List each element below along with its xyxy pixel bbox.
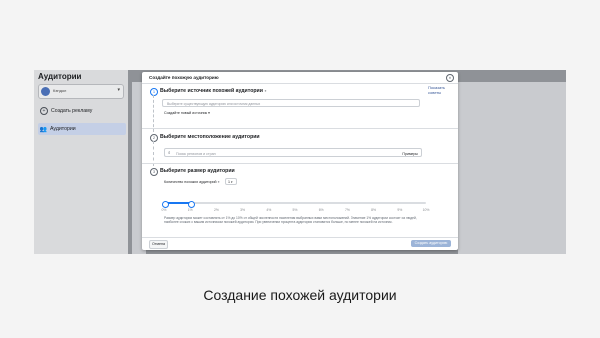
sidebar-item-audiences[interactable]: 👥 Аудитории	[38, 123, 126, 135]
step-indicator: 3	[150, 168, 158, 176]
step-indicator: 2	[150, 134, 158, 142]
create-source-dropdown[interactable]: Создайте новый источник ▾	[164, 111, 210, 115]
sidebar-title: Аудитории	[38, 72, 82, 81]
dialog-title: Создайте похожую аудиторию	[149, 75, 219, 80]
examples-link[interactable]: Примеры	[402, 152, 418, 156]
audience-size-description: Размер аудитории может составлять от 1% …	[164, 216, 417, 225]
slider-handle-end[interactable]	[187, 200, 195, 208]
slider-tick-label: 6%	[318, 208, 324, 212]
slider-tick-label: 3%	[240, 208, 246, 212]
slider-tick-label: 9%	[397, 208, 403, 212]
audience-count-value: 1	[228, 180, 230, 184]
search-icon: ⌕	[168, 150, 171, 155]
plus-icon: +	[40, 107, 48, 115]
section-title: Выберите источник похожей аудитории ●	[160, 88, 267, 94]
location-search-input[interactable]: ⌕ Поиск регионов и стран Примеры	[164, 148, 422, 157]
show-tips-link[interactable]: Показать советы	[428, 85, 452, 95]
location-placeholder: Поиск регионов и стран	[176, 151, 216, 156]
divider	[142, 163, 458, 164]
audience-count-select[interactable]: 1 ▾	[225, 178, 237, 185]
slider-tick-label: 5%	[292, 208, 298, 212]
lookalike-audience-dialog: Создайте похожую аудиторию ✕ Показать со…	[142, 72, 458, 250]
slide-caption: Создание похожей аудитории	[203, 287, 397, 303]
audience-size-slider[interactable]	[161, 200, 426, 208]
step-connector	[153, 95, 154, 132]
chevron-down-icon: ▾	[208, 111, 210, 115]
divider	[142, 83, 458, 84]
info-icon: ●	[264, 89, 267, 93]
sidebar-item-create-ad[interactable]: + Создать рекламу	[38, 105, 126, 117]
create-audience-button[interactable]: Создать аудиторию	[411, 240, 451, 247]
sidebar-item-label: Создать рекламу	[51, 108, 93, 114]
sidebar-item-label: Аудитории	[50, 126, 76, 132]
screenshot: Аудитории Кэндол ▾ + Создать рекламу 👥 А…	[34, 70, 566, 254]
background-panel	[458, 82, 566, 254]
chevron-down-icon: ▾	[231, 180, 233, 184]
slider-ticks: 0% 1% 2% 3% 4% 5% 6% 7% 8% 9% 10%	[161, 208, 430, 214]
slider-tick-label: 2%	[213, 208, 219, 212]
info-icon: ●	[217, 180, 220, 184]
avatar	[41, 87, 50, 96]
section-title: Выберите местоположение аудитории	[160, 134, 260, 140]
slider-tick-label: 7%	[344, 208, 350, 212]
slider-tick-label: 10%	[422, 208, 430, 212]
section-title: Выберите размер аудитории	[160, 168, 235, 174]
slider-tick-label: 0%	[161, 208, 167, 212]
chevron-down-icon: ▾	[117, 87, 120, 93]
divider	[142, 237, 458, 238]
audience-count-text: Количество похожих аудиторий	[164, 180, 217, 184]
divider	[142, 128, 458, 129]
close-icon[interactable]: ✕	[446, 74, 454, 82]
step-indicator: 1	[150, 88, 158, 96]
account-selector[interactable]: Кэндол ▾	[38, 84, 124, 99]
slider-tick-label: 1%	[187, 208, 193, 212]
create-source-label: Создайте новый источник	[164, 111, 208, 115]
audience-count-label: Количество похожих аудиторий ●	[164, 180, 220, 184]
source-input[interactable]: Выберите существующую аудиторию или исто…	[162, 99, 420, 107]
cancel-button[interactable]: Отмена	[149, 240, 168, 249]
people-icon: 👥	[39, 126, 48, 133]
slider-tick-label: 4%	[266, 208, 272, 212]
account-name: Кэндол	[53, 88, 67, 93]
slider-handle-start[interactable]	[161, 200, 169, 208]
section-title-text: Выберите источник похожей аудитории	[160, 88, 263, 94]
sidebar: Аудитории Кэндол ▾ + Создать рекламу 👥 А…	[34, 70, 128, 254]
slider-tick-label: 8%	[371, 208, 377, 212]
